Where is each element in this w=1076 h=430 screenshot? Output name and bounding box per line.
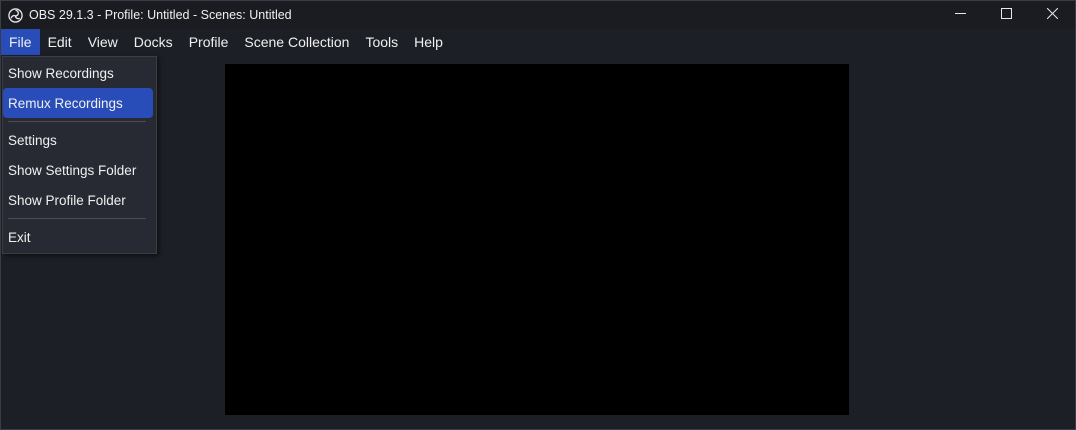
- preview-canvas[interactable]: [225, 64, 849, 415]
- menu-item-settings[interactable]: Settings: [3, 125, 156, 155]
- menu-item-show-recordings[interactable]: Show Recordings: [3, 58, 156, 88]
- maximize-button[interactable]: [983, 1, 1029, 29]
- obs-logo-icon: [7, 7, 23, 23]
- close-icon: [1046, 6, 1058, 24]
- menu-help[interactable]: Help: [406, 29, 451, 55]
- menu-item-remux-recordings[interactable]: Remux Recordings: [3, 88, 153, 118]
- menu-item-show-settings-folder[interactable]: Show Settings Folder: [3, 155, 156, 185]
- minimize-button[interactable]: [937, 1, 983, 29]
- menu-view[interactable]: View: [80, 29, 126, 55]
- file-menu-dropdown: Show Recordings Remux Recordings Setting…: [2, 56, 157, 254]
- menu-scene-collection[interactable]: Scene Collection: [236, 29, 357, 55]
- title-bar[interactable]: OBS 29.1.3 - Profile: Untitled - Scenes:…: [1, 1, 1075, 29]
- menu-edit[interactable]: Edit: [40, 29, 80, 55]
- menu-tools[interactable]: Tools: [357, 29, 406, 55]
- menu-profile[interactable]: Profile: [181, 29, 237, 55]
- menu-bar: File Edit View Docks Profile Scene Colle…: [1, 29, 1075, 55]
- menu-separator: [8, 218, 146, 219]
- minimize-icon: [954, 6, 966, 24]
- obs-main-window: OBS 29.1.3 - Profile: Untitled - Scenes:…: [0, 0, 1076, 430]
- menu-separator: [8, 121, 146, 122]
- window-title: OBS 29.1.3 - Profile: Untitled - Scenes:…: [29, 8, 292, 22]
- menu-docks[interactable]: Docks: [126, 29, 181, 55]
- menu-item-exit[interactable]: Exit: [3, 222, 156, 252]
- menu-item-show-profile-folder[interactable]: Show Profile Folder: [3, 185, 156, 215]
- menu-file[interactable]: File: [1, 29, 40, 55]
- maximize-icon: [1000, 6, 1012, 24]
- close-button[interactable]: [1029, 1, 1075, 29]
- window-controls: [937, 1, 1075, 29]
